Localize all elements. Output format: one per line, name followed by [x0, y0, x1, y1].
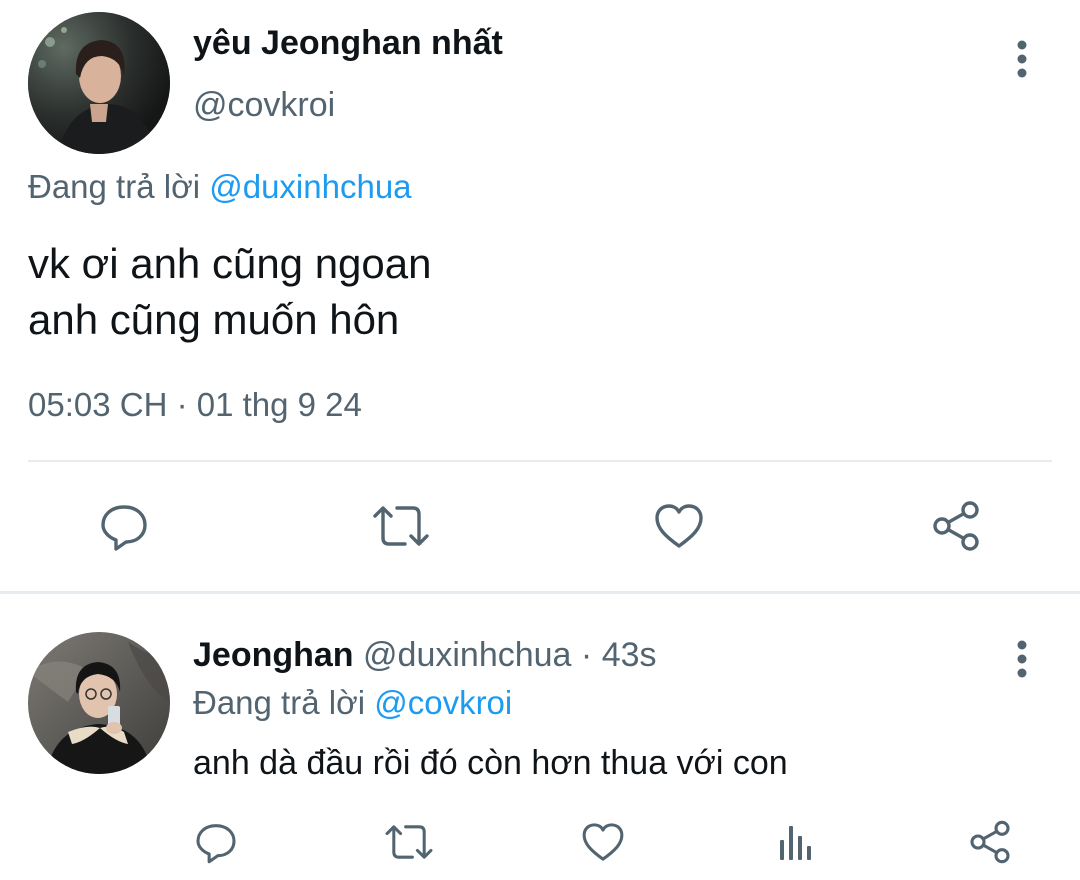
retweet-icon[interactable]	[369, 494, 433, 558]
reply-icon[interactable]	[188, 814, 244, 870]
share-icon[interactable]	[924, 494, 988, 558]
avatar[interactable]	[28, 12, 170, 154]
relative-time[interactable]: 43s	[602, 636, 657, 674]
like-icon[interactable]	[647, 494, 711, 558]
timestamp[interactable]: 05:03 CH · 01 thg 9 24	[28, 386, 362, 424]
replying-to: Đang trả lời @duxinhchua	[28, 168, 412, 206]
divider	[28, 460, 1052, 462]
user-handle[interactable]: @duxinhchua	[363, 636, 571, 674]
replying-prefix: Đang trả lời	[193, 684, 366, 721]
more-vertical-icon[interactable]	[1004, 38, 1040, 80]
divider	[0, 591, 1080, 594]
tweet-text: anh dà đầu rồi đó còn hơn thua với con	[193, 744, 788, 782]
mention-link[interactable]: @duxinhchua	[209, 168, 411, 205]
avatar[interactable]	[28, 632, 170, 774]
analytics-icon[interactable]	[768, 814, 824, 870]
tweet-text-line: anh cũng muốn hôn	[28, 296, 400, 343]
mention-link[interactable]: @covkroi	[374, 684, 512, 721]
display-name[interactable]: Jeonghan	[193, 636, 354, 674]
user-handle[interactable]: @covkroi	[193, 86, 335, 125]
avatar-photo	[28, 632, 170, 774]
meta-separator: ·	[571, 636, 602, 674]
reply-header: Jeonghan @duxinhchua · 43s	[193, 636, 657, 675]
replying-prefix: Đang trả lời	[28, 168, 201, 205]
display-name[interactable]: yêu Jeonghan nhất	[193, 24, 503, 63]
more-vertical-icon[interactable]	[1004, 638, 1040, 680]
replying-to: Đang trả lời @covkroi	[193, 684, 512, 722]
share-icon[interactable]	[962, 814, 1018, 870]
retweet-icon[interactable]	[381, 814, 437, 870]
tweet-text: vk ơi anh cũng ngoan anh cũng muốn hôn	[28, 236, 432, 348]
avatar-photo	[28, 12, 170, 154]
like-icon[interactable]	[575, 814, 631, 870]
reply-icon[interactable]	[92, 494, 156, 558]
tweet-text-line: vk ơi anh cũng ngoan	[28, 240, 432, 287]
